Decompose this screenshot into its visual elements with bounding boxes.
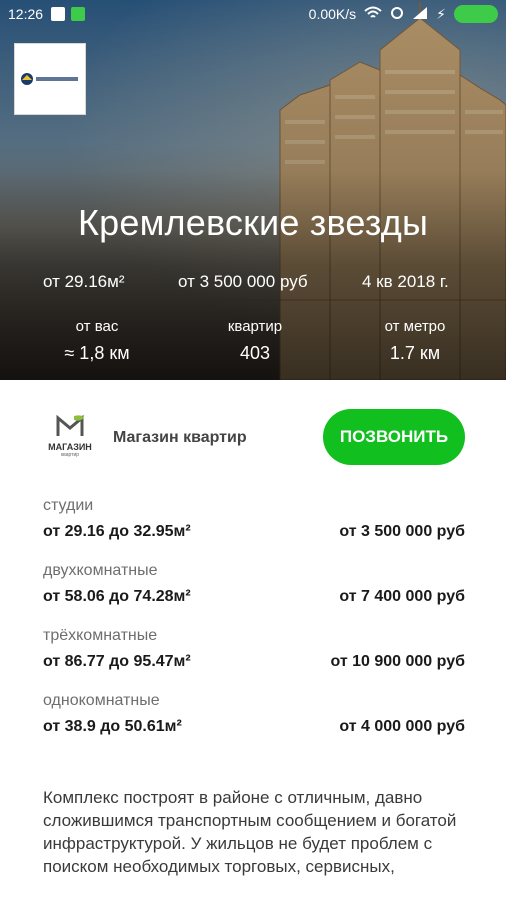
listing-category: трёхкомнатные	[43, 627, 158, 644]
sync-icon	[390, 6, 404, 23]
listing-area-range: от 58.06 до 74.28м²	[43, 588, 191, 605]
distance-from-user: от вас ≈ 1,8 км	[42, 318, 152, 364]
wifi-icon	[364, 6, 382, 23]
listing-area-range: от 38.9 до 50.61м²	[43, 718, 182, 735]
metric-value: 1.7 км	[389, 343, 441, 363]
battery-icon	[454, 5, 498, 23]
developer-logo[interactable]	[14, 43, 86, 115]
signal-icon	[412, 6, 428, 23]
status-bar: 12:26 0.00K/s ⚡	[0, 0, 506, 28]
min-area: от 29.16м²	[43, 272, 125, 291]
listing-price: от 4 000 000 руб	[339, 718, 465, 735]
metric-label: от вас	[75, 318, 119, 335]
complex-title: Кремлевские звезды	[77, 202, 429, 243]
listing-item[interactable]: трёхкомнатные от 86.77 до 95.47м² от 10 …	[43, 627, 465, 671]
notification-icon	[51, 7, 66, 21]
deadline: 4 кв 2018 г.	[362, 272, 449, 291]
listing-category: однокомнатные	[43, 692, 160, 709]
distance-from-metro: от метро 1.7 км	[360, 318, 470, 364]
status-time: 12:26	[8, 6, 44, 22]
call-button[interactable]: ПОЗВОНИТЬ	[323, 409, 465, 465]
listing-item[interactable]: однокомнатные от 38.9 до 50.61м² от 4 00…	[43, 692, 465, 736]
network-speed: 0.00K/s	[308, 6, 357, 22]
listing-price: от 7 400 000 руб	[339, 588, 465, 605]
seller-logo-subtext: квартир	[60, 452, 80, 458]
listing-item[interactable]: студии от 29.16 до 32.95м² от 3 500 000 …	[43, 497, 465, 541]
listing-area-range: от 29.16 до 32.95м²	[43, 523, 191, 540]
min-price: от 3 500 000 руб	[178, 272, 308, 291]
listing-category: двухкомнатные	[43, 562, 158, 579]
listing-price: от 10 900 000 руб	[330, 653, 465, 670]
seller-logo[interactable]: МАГАЗИН квартир	[42, 412, 98, 464]
apartments-count: квартир 403	[200, 318, 310, 364]
seller-logo-text: МАГАЗИН	[48, 442, 92, 452]
charging-icon: ⚡	[436, 5, 446, 22]
developer-logo-image	[20, 72, 80, 86]
listing-category: студии	[43, 497, 94, 514]
seller-logo-icon	[56, 414, 84, 436]
app-notification-icon	[71, 7, 86, 21]
seller-name: Магазин квартир	[113, 429, 247, 446]
metric-value: 403	[239, 343, 271, 363]
metric-label: квартир	[227, 318, 283, 335]
metric-value: ≈ 1,8 км	[64, 343, 130, 363]
listing-item[interactable]: двухкомнатные от 58.06 до 74.28м² от 7 4…	[43, 562, 465, 606]
listing-area-range: от 86.77 до 95.47м²	[43, 653, 191, 670]
metric-label: от метро	[384, 318, 446, 335]
complex-description: Комплекс построят в районе с отличным, д…	[43, 788, 457, 876]
listing-price: от 3 500 000 руб	[339, 523, 465, 540]
